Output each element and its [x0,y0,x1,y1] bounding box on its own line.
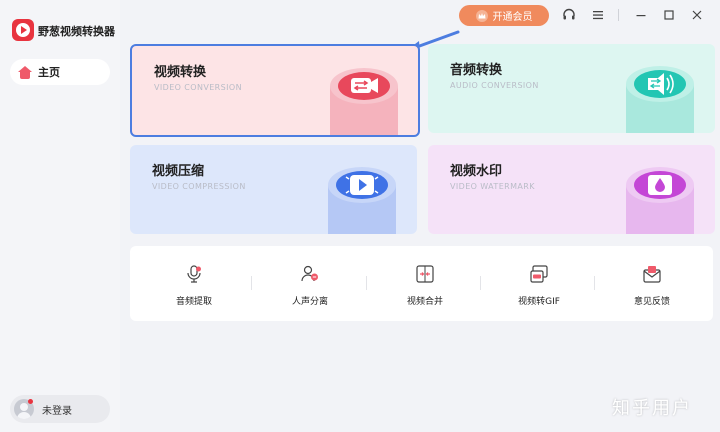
card-subtitle: VIDEO WATERMARK [450,182,535,191]
vip-label: 开通会员 [492,12,533,23]
minimize-icon[interactable] [633,7,649,23]
card-subtitle: VIDEO CONVERSION [154,83,242,92]
card-video-compression[interactable]: 视频压缩 VIDEO COMPRESSION [130,145,417,234]
tool-audio-extract[interactable]: 音频提取 [136,246,252,321]
tool-label: 视频转GIF [518,297,560,307]
sidebar: 野葱视频转换器 主页 未登录 [0,0,120,432]
titlebar-divider [618,9,619,21]
tool-label: 音频提取 [175,297,212,307]
card-title: 视频压缩 [152,164,205,179]
app-logo-icon [12,19,34,41]
tool-feedback[interactable]: 意见反馈 [594,246,710,321]
app-name: 野葱视频转换器 [38,25,115,38]
close-icon[interactable] [689,7,705,23]
video-merge-icon [416,265,434,283]
tool-label: 人声分离 [291,297,328,307]
gif-icon [530,265,548,283]
microphone-icon [187,265,201,283]
sidebar-item-home[interactable]: 主页 [10,59,110,85]
audio-convert-icon [626,66,694,133]
card-subtitle: AUDIO CONVERSION [450,81,539,90]
tool-label: 意见反馈 [633,297,670,307]
card-title: 视频水印 [450,164,503,179]
menu-icon[interactable] [590,7,606,23]
tool-strip: 音频提取 人声分离 视频合并 视频转GIF 意见反馈 [130,246,713,321]
card-title: 视频转换 [154,65,207,80]
card-subtitle: VIDEO COMPRESSION [152,182,246,191]
maximize-icon[interactable] [661,7,677,23]
vip-button[interactable]: 开通会员 [459,5,549,26]
video-compress-icon [328,167,396,234]
video-convert-icon [330,68,398,135]
tool-voice-separate[interactable]: 人声分离 [252,246,368,321]
card-title: 音频转换 [450,63,503,78]
sidebar-item-home-label: 主页 [38,66,60,79]
home-icon [18,65,32,79]
tool-video-merge[interactable]: 视频合并 [367,246,483,321]
watermark: 知乎用户 [612,398,692,419]
feedback-mail-icon [643,266,661,283]
headset-icon[interactable] [561,7,577,23]
tool-label: 视频合并 [406,297,443,307]
login-button[interactable]: 未登录 [10,395,110,423]
card-video-conversion[interactable]: 视频转换 VIDEO CONVERSION [130,44,420,137]
card-audio-conversion[interactable]: 音频转换 AUDIO CONVERSION [428,44,715,133]
card-video-watermark[interactable]: 视频水印 VIDEO WATERMARK [428,145,715,234]
crown-icon [475,9,488,22]
tool-video-to-gif[interactable]: 视频转GIF [481,246,597,321]
voice-separate-icon [301,265,318,282]
login-label: 未登录 [42,405,72,417]
notification-dot [28,399,33,404]
video-watermark-icon [626,167,694,234]
